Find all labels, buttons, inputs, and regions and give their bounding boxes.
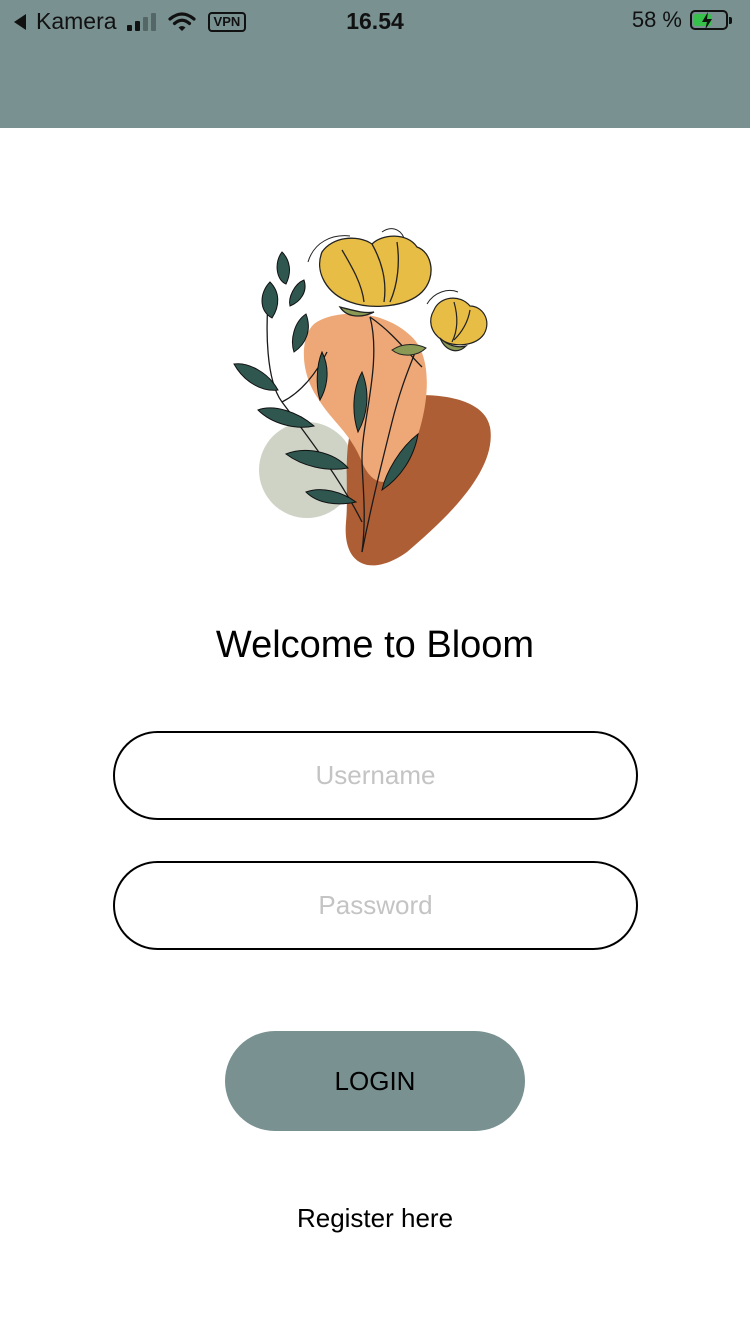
status-right: 58 % [631, 7, 732, 33]
battery-percent: 58 % [631, 7, 682, 32]
status-bar: Kamera VPN 16.54 58 % [0, 0, 750, 42]
battery-icon [690, 10, 732, 30]
flower-illustration [233, 228, 491, 566]
battery-nub [729, 17, 732, 24]
charging-bolt-icon [702, 12, 712, 30]
username-field[interactable] [113, 731, 638, 820]
login-button[interactable]: LOGIN [225, 1031, 525, 1131]
page-title: Welcome to Bloom [215, 624, 535, 666]
register-link[interactable]: Register here [0, 1203, 750, 1234]
password-field[interactable] [113, 861, 638, 950]
username-input[interactable] [115, 733, 636, 818]
password-input[interactable] [115, 863, 636, 948]
